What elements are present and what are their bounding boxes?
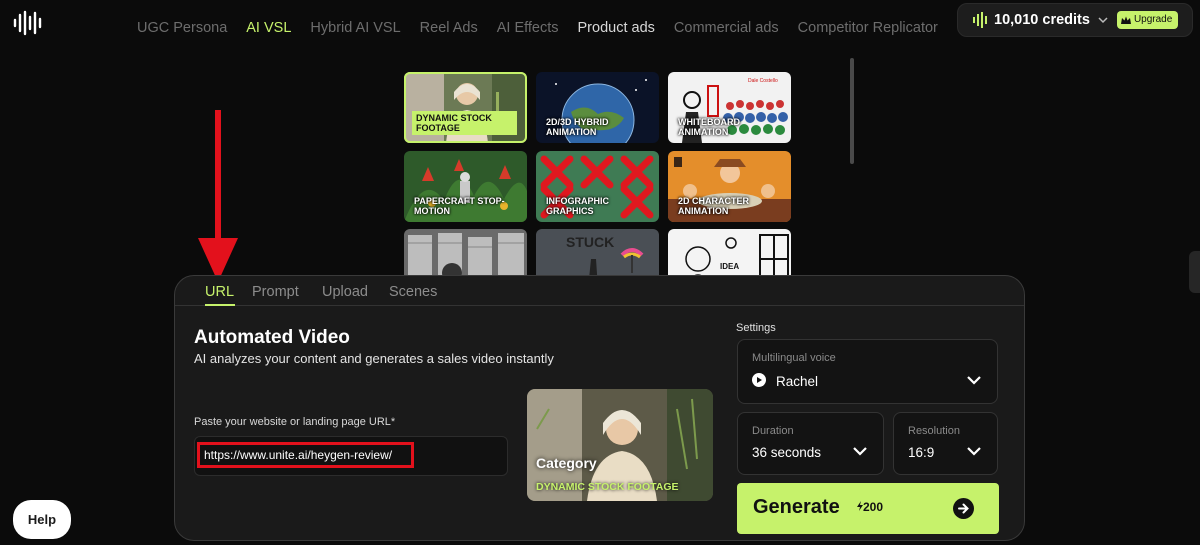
url-field-container [194, 436, 508, 476]
side-panel-handle[interactable] [1189, 251, 1200, 293]
nav-commercial-ads[interactable]: Commercial ads [674, 19, 779, 37]
tile-label: PAPERCRAFT STOP-MOTION [414, 196, 505, 216]
stuck-text: STUCK [566, 234, 614, 250]
video-builder-panel: URL Prompt Upload Scenes Automated Video… [174, 275, 1025, 541]
category-title: Category [536, 455, 597, 471]
url-label: Paste your website or landing page URL* [194, 416, 396, 428]
chevron-down-icon [967, 376, 981, 385]
chevron-down-icon [967, 447, 981, 456]
chevron-down-icon [853, 447, 867, 456]
settings-label: Settings [736, 322, 776, 334]
duration-caption: Duration [752, 425, 794, 437]
panel-subtitle: AI analyzes your content and generates a… [194, 351, 554, 366]
generate-button[interactable]: Generate 200 [737, 483, 999, 534]
idea-text: IDEA [720, 262, 739, 271]
tab-upload[interactable]: Upload [322, 284, 368, 300]
style-tile-2d-character[interactable]: 2D CHARACTER ANIMATION [668, 151, 791, 222]
panel-title: Automated Video [194, 327, 350, 348]
style-tile-whiteboard[interactable]: Dale Costello WHITEBOARD ANIMATION [668, 72, 791, 143]
url-input[interactable] [197, 442, 414, 468]
style-tile-dynamic-stock[interactable]: DYNAMIC STOCK FOOTAGE [404, 72, 527, 143]
help-button[interactable]: Help [13, 500, 71, 539]
arrow-right-icon [953, 498, 974, 519]
input-tabs: URL Prompt Upload Scenes [175, 276, 1024, 306]
tab-prompt[interactable]: Prompt [252, 284, 299, 300]
voice-caption: Multilingual voice [752, 352, 836, 364]
nav-ai-effects[interactable]: AI Effects [497, 19, 559, 37]
generate-cost: 200 [857, 500, 883, 514]
gallery-scrollbar[interactable] [850, 58, 854, 164]
duration-value: 36 seconds [752, 445, 822, 460]
style-tile-infographic[interactable]: INFOGRAPHIC GRAPHICS [536, 151, 659, 222]
crown-icon [1120, 16, 1131, 24]
style-tile-2d3d-hybrid[interactable]: 2D/3D HYBRID ANIMATION [536, 72, 659, 143]
top-nav: UGC Persona AI VSL Hybrid AI VSL Reel Ad… [137, 19, 957, 37]
generate-cost-value: 200 [863, 500, 884, 514]
voice-select[interactable]: Multilingual voice Rachel [737, 339, 998, 404]
duration-select[interactable]: Duration 36 seconds [737, 412, 884, 475]
tab-scenes[interactable]: Scenes [389, 284, 437, 300]
generate-label: Generate [753, 496, 840, 518]
active-tab-indicator [205, 304, 235, 306]
tile-label: 2D CHARACTER ANIMATION [678, 196, 750, 216]
style-gallery: DYNAMIC STOCK FOOTAGE 2D/3D HYBRID ANIMA… [404, 72, 792, 282]
category-value: DYNAMIC STOCK FOOTAGE [536, 481, 679, 493]
nav-ugc-persona[interactable]: UGC Persona [137, 19, 227, 37]
style-tile-papercraft[interactable]: PAPERCRAFT STOP-MOTION [404, 151, 527, 222]
credits-menu[interactable]: 10,010 credits Upgrade [957, 3, 1193, 37]
category-card[interactable]: Category DYNAMIC STOCK FOOTAGE [527, 389, 713, 501]
credits-count: 10,010 credits [994, 12, 1090, 28]
red-annotation-arrow [198, 110, 238, 282]
tile-label: DYNAMIC STOCK FOOTAGE [412, 111, 517, 135]
nav-product-ads[interactable]: Product ads [578, 19, 655, 37]
upgrade-button[interactable]: Upgrade [1116, 11, 1179, 29]
chevron-down-icon[interactable] [1098, 15, 1108, 25]
credits-bars-icon [973, 12, 987, 28]
tile-label: 2D/3D HYBRID ANIMATION [546, 117, 609, 137]
nav-ai-vsl[interactable]: AI VSL [246, 19, 291, 37]
nav-reel-ads[interactable]: Reel Ads [420, 19, 478, 37]
waveform-logo-icon[interactable] [12, 10, 44, 36]
resolution-select[interactable]: Resolution 16:9 [893, 412, 998, 475]
upgrade-label: Upgrade [1133, 14, 1173, 25]
whiteboard-caption: Dale Costello [748, 78, 778, 84]
nav-hybrid-ai-vsl[interactable]: Hybrid AI VSL [310, 19, 400, 37]
resolution-caption: Resolution [908, 425, 960, 437]
voice-value: Rachel [776, 374, 819, 389]
nav-competitor-replicator[interactable]: Competitor Replicator [798, 19, 938, 37]
tile-label: INFOGRAPHIC GRAPHICS [546, 196, 609, 216]
tile-label: WHITEBOARD ANIMATION [678, 117, 740, 137]
tab-url[interactable]: URL [205, 284, 234, 300]
play-icon[interactable] [752, 373, 766, 387]
resolution-value: 16:9 [908, 445, 935, 460]
